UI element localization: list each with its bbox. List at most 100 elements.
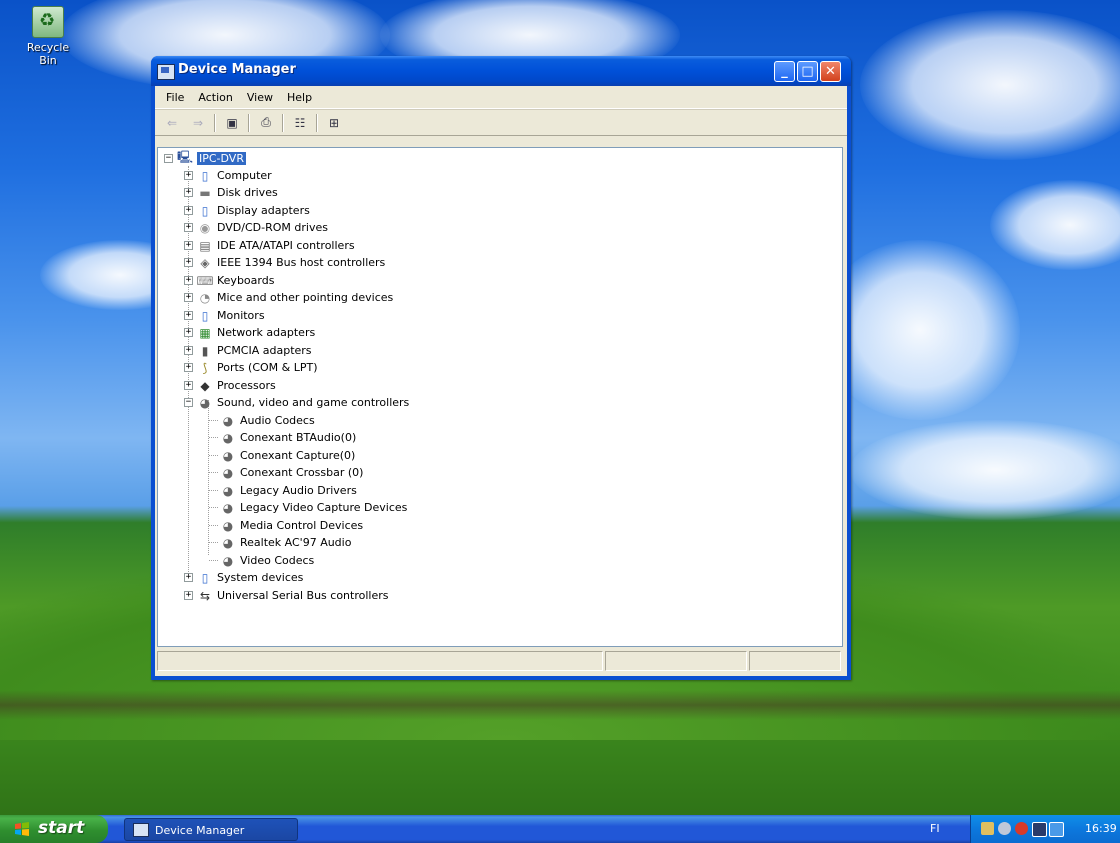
tree-item[interactable]: + ▤ IDE ATA/ATAPI controllers: [184, 237, 355, 254]
tree-guide-line: [209, 420, 218, 421]
scan-hardware-icon[interactable]: ⊞: [325, 114, 343, 132]
recycle-bin-label: Recycle Bin: [26, 41, 70, 67]
expand-toggle[interactable]: +: [184, 363, 193, 372]
title-bar[interactable]: Device Manager _ □ ✕: [151, 56, 851, 86]
network-adapter-icon: ▦: [199, 325, 211, 340]
expand-toggle[interactable]: +: [184, 381, 193, 390]
speaker-icon: ◕: [222, 483, 234, 498]
expand-toggle[interactable]: +: [184, 171, 193, 180]
tree-item[interactable]: + ▮ PCMCIA adapters: [184, 342, 312, 359]
display-tray-icon[interactable]: [1049, 822, 1064, 837]
forward-arrow-icon[interactable]: ⇒: [189, 114, 207, 132]
tree-item[interactable]: + ▯ Monitors: [184, 307, 265, 324]
tree-child-label: Legacy Audio Drivers: [240, 484, 357, 497]
tree-child-label: Realtek AC'97 Audio: [240, 536, 352, 549]
tree-child-item[interactable]: ◕ Media Control Devices: [220, 517, 363, 534]
status-pane: [157, 651, 603, 671]
expand-toggle[interactable]: +: [184, 188, 193, 197]
tree-item[interactable]: + ◆ Processors: [184, 377, 276, 394]
tree-root[interactable]: − 🖳 IPC-DVR: [164, 150, 246, 167]
speaker-icon: ◕: [222, 535, 234, 550]
speaker-icon: ◕: [222, 413, 234, 428]
collapse-toggle[interactable]: −: [164, 154, 173, 163]
tree-item-expanded[interactable]: − ◕ Sound, video and game controllers: [184, 394, 409, 411]
tree-child-item[interactable]: ◕ Video Codecs: [220, 552, 315, 569]
tree-item[interactable]: + ◈ IEEE 1394 Bus host controllers: [184, 254, 385, 271]
menu-view[interactable]: View: [240, 89, 280, 106]
tree-item-label: Processors: [217, 379, 276, 392]
expand-toggle[interactable]: +: [184, 591, 193, 600]
tree-item-label: Keyboards: [217, 274, 275, 287]
tree-guide-line: [209, 490, 218, 491]
tree-item[interactable]: + ⇆ Universal Serial Bus controllers: [184, 587, 388, 604]
show-hide-console-tree-icon[interactable]: ▣: [223, 114, 241, 132]
collapse-toggle[interactable]: −: [184, 398, 193, 407]
taskbar-button-device-manager[interactable]: Device Manager: [124, 818, 298, 841]
tree-item[interactable]: + ⌨ Keyboards: [184, 272, 274, 289]
start-button[interactable]: start: [0, 815, 108, 843]
tree-guide-line: [209, 455, 218, 456]
menu-action[interactable]: Action: [191, 89, 239, 106]
cloud: [990, 180, 1120, 270]
menu-help[interactable]: Help: [280, 89, 319, 106]
tree-item[interactable]: + ▦ Network adapters: [184, 324, 315, 341]
media-tray-icon[interactable]: [1032, 822, 1047, 837]
toolbar-separator: [282, 113, 284, 132]
port-icon: ⟆: [202, 360, 208, 375]
tree-child-item[interactable]: ◕ Realtek AC'97 Audio: [220, 534, 352, 551]
computer-icon: [157, 64, 175, 80]
speaker-icon: ◕: [222, 465, 234, 480]
tree-item[interactable]: + ▯ System devices: [184, 569, 303, 586]
expand-toggle[interactable]: +: [184, 258, 193, 267]
tree-item-label: Monitors: [217, 309, 265, 322]
expand-toggle[interactable]: +: [184, 276, 193, 285]
language-indicator[interactable]: FI: [930, 822, 940, 835]
expand-toggle[interactable]: +: [184, 328, 193, 337]
tree-child-label: Legacy Video Capture Devices: [240, 501, 408, 514]
expand-toggle[interactable]: +: [184, 206, 193, 215]
tree-item[interactable]: + ◔ Mice and other pointing devices: [184, 289, 393, 306]
back-arrow-icon[interactable]: ⇐: [163, 114, 181, 132]
tree-item[interactable]: + ▯ Computer: [184, 167, 272, 184]
volume-tray-icon[interactable]: [998, 822, 1011, 835]
expand-toggle[interactable]: +: [184, 293, 193, 302]
minimize-button[interactable]: _: [774, 61, 795, 82]
network-tray-icon[interactable]: [981, 822, 994, 835]
speaker-icon: ◕: [222, 553, 234, 568]
clock[interactable]: 16:39: [1085, 822, 1117, 835]
tree-item-label: Disk drives: [217, 186, 278, 199]
tree-child-item[interactable]: ◕ Conexant BTAudio(0): [220, 429, 357, 446]
tree-item[interactable]: + ▯ Display adapters: [184, 202, 310, 219]
pcmcia-icon: ▮: [201, 343, 209, 358]
speaker-icon: ◕: [222, 430, 234, 445]
tree-guide-line: [209, 560, 218, 561]
tree-child-item[interactable]: ◕ Conexant Capture(0): [220, 447, 356, 464]
print-icon[interactable]: ⎙: [257, 114, 275, 132]
tree-child-item[interactable]: ◕ Legacy Video Capture Devices: [220, 499, 408, 516]
toolbar-separator: [214, 113, 216, 132]
tree-item[interactable]: + ◉ DVD/CD-ROM drives: [184, 219, 328, 236]
expand-toggle[interactable]: +: [184, 346, 193, 355]
tree-item[interactable]: + ⟆ Ports (COM & LPT): [184, 359, 318, 376]
expand-toggle[interactable]: +: [184, 311, 193, 320]
expand-toggle[interactable]: +: [184, 241, 193, 250]
maximize-button[interactable]: □: [797, 61, 818, 82]
security-tray-icon[interactable]: [1015, 822, 1028, 835]
computer-icon: 🖳: [177, 150, 194, 164]
expand-toggle[interactable]: +: [184, 223, 193, 232]
monitor-icon: ▯: [201, 308, 209, 323]
tree-item-label: IDE ATA/ATAPI controllers: [217, 239, 355, 252]
device-manager-window: Device Manager _ □ ✕ File Action View He…: [151, 56, 851, 680]
properties-icon[interactable]: ☷: [291, 114, 309, 132]
tree-item[interactable]: + ▬ Disk drives: [184, 184, 278, 201]
menu-file[interactable]: File: [159, 89, 191, 106]
expand-toggle[interactable]: +: [184, 573, 193, 582]
recycle-bin-shortcut[interactable]: Recycle Bin: [18, 6, 78, 67]
tree-child-item[interactable]: ◕ Conexant Crossbar (0): [220, 464, 364, 481]
tree-child-item[interactable]: ◕ Legacy Audio Drivers: [220, 482, 357, 499]
toolbar-separator: [248, 113, 250, 132]
close-button[interactable]: ✕: [820, 61, 841, 82]
tree-child-item[interactable]: ◕ Audio Codecs: [220, 412, 315, 429]
device-tree: − 🖳 IPC-DVR + ▯ Computer + ▬ Disk drives + ▯ D…: [157, 147, 843, 647]
toolbar-separator: [316, 113, 318, 132]
